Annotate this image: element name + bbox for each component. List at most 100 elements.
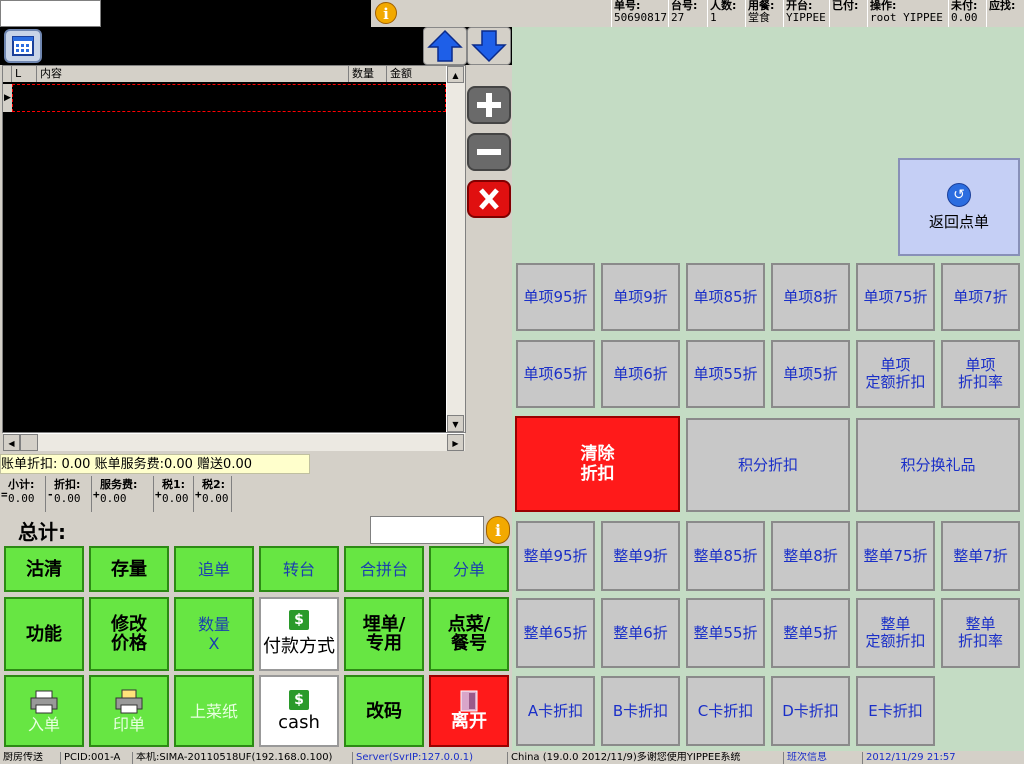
print-bill-icon (115, 689, 143, 713)
cash-button[interactable]: $ cash (259, 675, 339, 747)
rush-order-button[interactable]: 追单 (174, 546, 254, 592)
card-a-discount-button[interactable]: A卡折扣 (516, 676, 595, 746)
split-bill-button[interactable]: 分单 (429, 546, 509, 592)
print-bill-button[interactable]: 印单 (89, 675, 169, 747)
col-qty: 数量 (349, 66, 387, 82)
clear-discount-button[interactable]: 清除 折扣 (515, 416, 680, 512)
horizontal-scrollbar[interactable]: ◀ ▶ (3, 433, 465, 451)
opened-by: 开台: YIPPEE (783, 0, 828, 27)
bill-discount-50-button[interactable]: 整单5折 (771, 598, 850, 668)
grand-total-field (370, 516, 484, 544)
order-number-button[interactable]: 点菜/餐号 (429, 597, 509, 671)
scroll-thumb[interactable] (20, 434, 38, 451)
bill-discount-55-button[interactable]: 整单55折 (686, 598, 765, 668)
return-icon: ↺ (947, 182, 971, 207)
item-discount-rate-button[interactable]: 单项 折扣率 (941, 340, 1020, 408)
table-no: 台号: 27 (668, 0, 706, 27)
total-info-icon[interactable]: i (486, 516, 510, 544)
exit-button[interactable]: 离开 (429, 675, 509, 747)
item-fixed-discount-button[interactable]: 单项 定额折扣 (856, 340, 935, 408)
table-row[interactable] (12, 84, 446, 112)
status-server: Server(SvrIP:127.0.0.1) (352, 752, 473, 764)
item-discount-85-button[interactable]: 单项85折 (686, 263, 765, 331)
bill-discount-70-button[interactable]: 整单7折 (941, 521, 1020, 591)
arrow-down-icon (471, 30, 507, 63)
info-icon[interactable]: i (375, 2, 397, 24)
tax1: + 税1: 0.00 (154, 476, 194, 512)
points-gift-button[interactable]: 积分换礼品 (856, 418, 1020, 512)
payment-method-button[interactable]: $ 付款方式 (259, 597, 339, 671)
dollar-icon: $ (289, 689, 309, 710)
merge-table-button[interactable]: 合拼台 (344, 546, 424, 592)
bill-discount-95-button[interactable]: 整单95折 (516, 521, 595, 591)
change-code-button[interactable]: 改码 (344, 675, 424, 747)
status-pcid: PCID:001-A (60, 752, 120, 764)
bill-fixed-discount-button[interactable]: 整单 定额折扣 (856, 598, 935, 668)
door-icon (460, 690, 478, 712)
status-shift-info[interactable]: 班次信息 (783, 752, 827, 764)
item-discount-60-button[interactable]: 单项6折 (601, 340, 680, 408)
sold-out-button[interactable]: 沽清 (4, 546, 84, 592)
status-host: 本机:SIMA-20110518UF(192.168.0.100) (132, 752, 332, 764)
bill-discount-65-button[interactable]: 整单65折 (516, 598, 595, 668)
scroll-right-arrow-icon[interactable]: ▶ (447, 434, 464, 451)
totals-row: = 小计: 0.00 - 折扣: 0.00 + 服务费: 0.00 + 税1: 0.00 + 税2… (0, 476, 232, 512)
transfer-table-button[interactable]: 转台 (259, 546, 339, 592)
item-discount-75-button[interactable]: 单项75折 (856, 263, 935, 331)
discount-total: - 折扣: 0.00 (46, 476, 92, 512)
modify-price-button[interactable]: 修改 价格 (89, 597, 169, 671)
item-discount-65-button[interactable]: 单项65折 (516, 340, 595, 408)
operator: 操作: root YIPPEE (867, 0, 947, 27)
top-input-box[interactable] (0, 0, 101, 27)
function-button[interactable]: 功能 (4, 597, 84, 671)
stock-button[interactable]: 存量 (89, 546, 169, 592)
item-discount-80-button[interactable]: 单项8折 (771, 263, 850, 331)
item-discount-95-button[interactable]: 单项95折 (516, 263, 595, 331)
bill-discount-rate-button[interactable]: 整单 折扣率 (941, 598, 1020, 668)
item-discount-50-button[interactable]: 单项5折 (771, 340, 850, 408)
item-discount-90-button[interactable]: 单项9折 (601, 263, 680, 331)
tax2: + 税2: 0.00 (194, 476, 232, 512)
printer-icon (30, 690, 58, 713)
bill-discount-75-button[interactable]: 整单75折 (856, 521, 935, 591)
minus-icon (477, 149, 501, 155)
checkout-button[interactable]: 埋单/专用 (344, 597, 424, 671)
guest-count: 人数: 1 (707, 0, 744, 27)
order-item-grid[interactable] (2, 65, 466, 433)
bill-discount-60-button[interactable]: 整单6折 (601, 598, 680, 668)
back-to-order-button[interactable]: ↺ 返回点单 (898, 158, 1020, 256)
order-no: 单号: 50690817 (611, 0, 667, 27)
bill-discount-90-button[interactable]: 整单9折 (601, 521, 680, 591)
card-e-discount-button[interactable]: E卡折扣 (856, 676, 935, 746)
vertical-scrollbar[interactable]: ▲ ▼ (446, 66, 465, 432)
service-fee: + 服务费: 0.00 (92, 476, 154, 512)
reduce-quantity-button[interactable] (467, 133, 511, 171)
bill-discount-80-button[interactable]: 整单8折 (771, 521, 850, 591)
scroll-down-arrow-icon[interactable]: ▼ (447, 415, 464, 432)
quantity-button[interactable]: 数量 X (174, 597, 254, 671)
col-amount: 金额 (390, 67, 412, 80)
scroll-up-arrow-icon[interactable]: ▲ (447, 66, 464, 83)
status-kitchen: 厨房传送 (3, 752, 43, 763)
col-l: L (12, 66, 37, 82)
add-quantity-button[interactable] (467, 86, 511, 124)
change-due: 应找: (986, 0, 1024, 27)
bill-discount-85-button[interactable]: 整单85折 (686, 521, 765, 591)
card-b-discount-button[interactable]: B卡折扣 (601, 676, 680, 746)
unpaid-amount: 未付: 0.00 (948, 0, 985, 27)
item-discount-55-button[interactable]: 单项55折 (686, 340, 765, 408)
submit-order-button[interactable]: 入单 (4, 675, 84, 747)
serving-slip-button[interactable]: 上菜纸 (174, 675, 254, 747)
card-d-discount-button[interactable]: D卡折扣 (771, 676, 850, 746)
scroll-up-button[interactable] (423, 27, 467, 65)
points-discount-button[interactable]: 积分折扣 (686, 418, 850, 512)
item-discount-70-button[interactable]: 单项7折 (941, 263, 1020, 331)
scroll-left-arrow-icon[interactable]: ◀ (3, 434, 20, 451)
row-indicator: ▶ (3, 84, 12, 112)
grand-total-label: 总计: (18, 520, 66, 544)
calendar-button[interactable] (4, 29, 42, 63)
scroll-down-button[interactable] (467, 27, 511, 65)
close-icon (479, 188, 499, 210)
delete-item-button[interactable] (467, 180, 511, 218)
card-c-discount-button[interactable]: C卡折扣 (686, 676, 765, 746)
